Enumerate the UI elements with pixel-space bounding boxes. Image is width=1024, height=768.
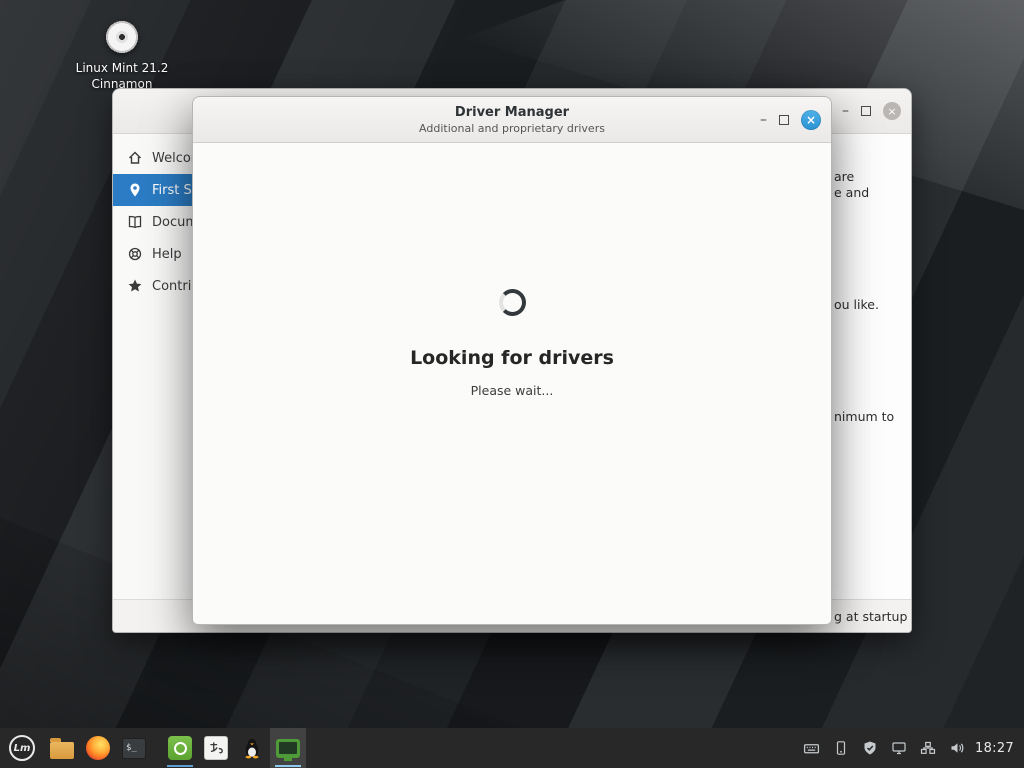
folder-icon — [50, 742, 74, 759]
window-title: Driver Manager — [455, 105, 569, 120]
clock[interactable]: 18:27 — [969, 741, 1024, 756]
input-method-icon — [204, 736, 228, 760]
driver-manager-body: Looking for drivers Please wait... — [193, 143, 831, 624]
content-text-fragment: are — [834, 169, 854, 184]
firefox-icon — [86, 736, 110, 760]
network-share-icon[interactable] — [920, 740, 936, 756]
disc-icon — [103, 18, 141, 56]
firefox-launcher[interactable] — [80, 728, 116, 768]
status-heading: Looking for drivers — [410, 347, 614, 369]
window-list-tux[interactable] — [234, 728, 270, 768]
content-text-fragment: nimum to — [834, 409, 894, 424]
mint-logo-icon: Lm — [9, 735, 35, 761]
window-list-driver-manager[interactable] — [270, 728, 306, 768]
taskbar-panel: Lm $_ — [0, 728, 1024, 768]
home-icon — [127, 150, 143, 166]
close-button[interactable]: × — [883, 102, 901, 120]
keyboard-layout-icon[interactable] — [803, 740, 820, 757]
maximize-button[interactable] — [861, 106, 871, 116]
desktop-icon-label-line1: Linux Mint 21.2 — [72, 61, 172, 77]
mint-welcome-icon — [168, 736, 192, 760]
window-subtitle: Additional and proprietary drivers — [419, 122, 605, 135]
terminal-launcher[interactable]: $_ — [116, 728, 152, 768]
minimize-button[interactable]: – — [842, 104, 849, 118]
loading-spinner-icon — [499, 289, 526, 316]
system-tray — [803, 740, 969, 757]
star-icon — [127, 278, 143, 294]
driver-manager-titlebar[interactable]: Driver Manager Additional and proprietar… — [193, 97, 831, 143]
driver-manager-window: Driver Manager Additional and proprietar… — [192, 96, 832, 625]
active-window-indicator — [275, 765, 301, 767]
help-icon — [127, 246, 143, 262]
desktop-icon-linux-mint-iso[interactable]: Linux Mint 21.2 Cinnamon — [72, 18, 172, 92]
minimize-button[interactable]: – — [760, 113, 767, 127]
footer-text-fragment: g at startup — [834, 609, 907, 624]
active-window-indicator — [167, 765, 193, 767]
driver-manager-icon — [276, 739, 300, 758]
window-list-welcome[interactable] — [162, 728, 198, 768]
menu-button[interactable]: Lm — [0, 728, 44, 768]
terminal-icon: $_ — [122, 738, 146, 759]
status-subtext: Please wait... — [471, 383, 554, 398]
volume-icon[interactable] — [949, 740, 965, 756]
content-text-fragment: e and — [834, 185, 869, 200]
files-launcher[interactable] — [44, 728, 80, 768]
removable-media-icon[interactable] — [833, 740, 849, 756]
pin-icon — [127, 182, 143, 198]
update-shield-icon[interactable] — [862, 740, 878, 756]
sidebar-item-label: Help — [152, 247, 182, 262]
content-text-fragment: ou like. — [834, 297, 879, 312]
display-settings-icon[interactable] — [891, 740, 907, 756]
maximize-button[interactable] — [779, 115, 789, 125]
book-icon — [127, 214, 143, 230]
tux-penguin-icon — [241, 737, 263, 759]
window-list-input-method[interactable] — [198, 728, 234, 768]
close-button[interactable]: × — [801, 110, 821, 130]
